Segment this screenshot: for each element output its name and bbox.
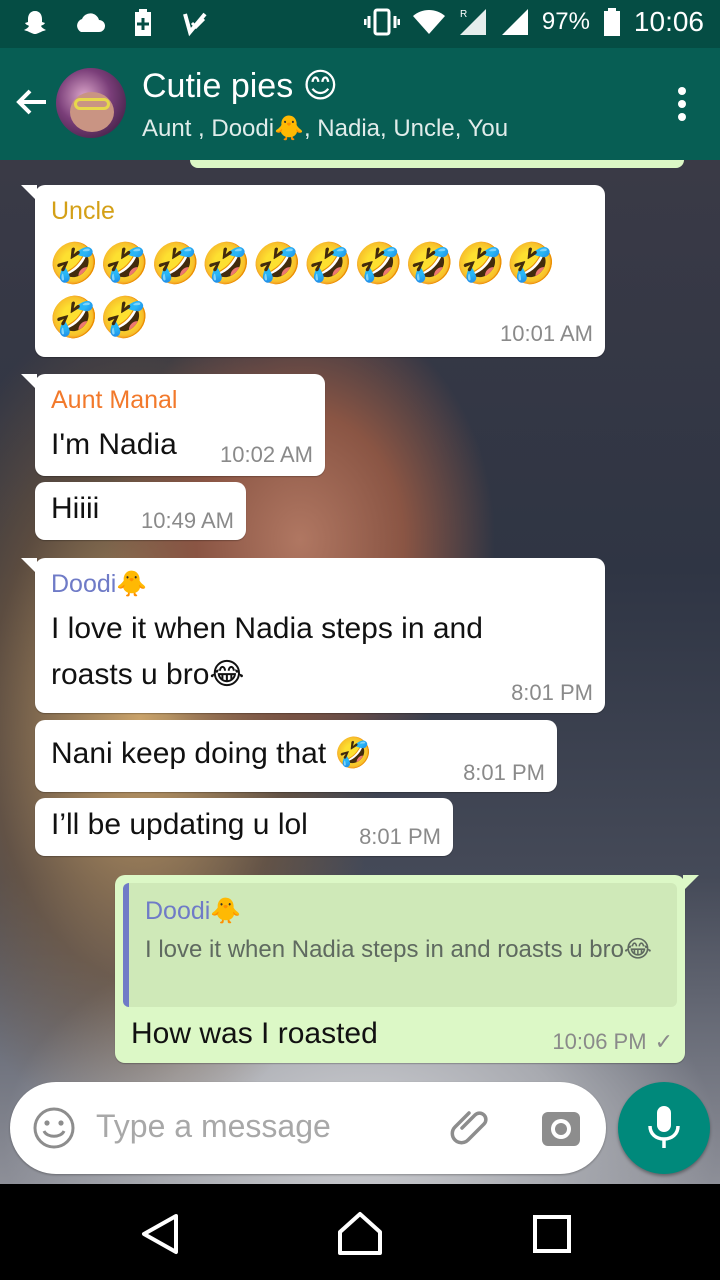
message-bubble[interactable]: Aunt Manal I'm Nadia 10:02 AM	[21, 374, 325, 476]
message-time: 8:01 PM	[359, 824, 441, 849]
message-composer[interactable]: Type a message	[10, 1082, 606, 1174]
message-bubble[interactable]: Doodi🐥 I love it when Nadia steps in and…	[21, 558, 605, 713]
emoji-icon[interactable]	[32, 1106, 76, 1150]
camera-icon[interactable]	[538, 1106, 584, 1152]
message-text: I love it when Nadia steps in and	[51, 612, 483, 645]
sender-name: Uncle	[51, 197, 115, 225]
message-time: 8:01 PM	[511, 680, 593, 705]
nav-recents-icon[interactable]	[532, 1214, 572, 1254]
quoted-sender: Doodi🐥	[145, 897, 242, 925]
vibrate-icon	[363, 8, 400, 36]
voice-message-button[interactable]	[618, 1082, 710, 1174]
signal-icon	[501, 9, 528, 35]
battery-plus-icon	[135, 9, 151, 36]
message-text: I’ll be updating u lol	[51, 808, 308, 841]
sender-name: Aunt Manal	[51, 386, 178, 414]
chat-participants[interactable]: Aunt , Doodi🐥, Nadia, Uncle, You	[142, 114, 508, 143]
more-options-icon[interactable]	[676, 86, 688, 122]
quoted-message[interactable]: Doodi🐥 I love it when Nadia steps in and…	[123, 883, 677, 1007]
message-text: roasts u bro😂	[51, 658, 245, 691]
nav-home-icon[interactable]	[336, 1210, 384, 1256]
chat-title[interactable]: Cutie pies 😊	[142, 66, 338, 106]
wifi-icon	[412, 10, 445, 34]
back-arrow-icon[interactable]	[12, 82, 52, 122]
attachment-icon[interactable]	[448, 1104, 494, 1150]
message-time-row: 10:06 PM ✓	[552, 1029, 673, 1055]
clock: 10:06	[633, 6, 704, 37]
message-time: 10:49 AM	[141, 508, 234, 533]
message-text: I'm Nadia	[51, 428, 177, 461]
message-text: 🤣🤣	[49, 296, 151, 340]
system-navigation-bar	[0, 1184, 720, 1280]
message-time: 8:01 PM	[463, 760, 545, 785]
message-bubble[interactable]: Uncle 🤣🤣🤣🤣🤣🤣🤣🤣🤣🤣🤣 🤣🤣 10:01 AM	[21, 185, 605, 357]
nav-back-icon[interactable]	[138, 1212, 182, 1256]
message-time: 10:06 PM	[552, 1029, 647, 1054]
chat-header: Cutie pies 😊 Aunt , Doodi🐥, Nadia, Uncle…	[0, 48, 720, 160]
message-time: 10:01 AM	[500, 321, 593, 346]
message-text: Nani keep doing that 🤣	[51, 737, 372, 770]
cloud-icon	[77, 13, 105, 32]
message-bubble[interactable]: Nani keep doing that 🤣 8:01 PM	[35, 720, 557, 792]
sent-check-icon: ✓	[654, 1029, 673, 1054]
message-time: 10:02 AM	[220, 442, 313, 467]
quote-bar	[123, 883, 129, 1007]
outgoing-message-bubble[interactable]: Doodi🐥 I love it when Nadia steps in and…	[115, 875, 699, 1063]
message-bubble[interactable]: I’ll be updating u lol 8:01 PM	[35, 798, 453, 856]
status-bar: R 97% 10:06	[0, 0, 720, 48]
message-bubble[interactable]: Hiiii 10:49 AM	[35, 482, 246, 540]
signal-roaming-icon: R	[459, 9, 486, 35]
check-icon	[183, 12, 207, 37]
message-input[interactable]: Type a message	[96, 1108, 331, 1145]
message-text: How was I roasted	[131, 1017, 378, 1050]
message-text: Hiiii	[51, 492, 100, 525]
battery-icon	[603, 8, 620, 36]
battery-percentage: 97%	[541, 8, 590, 35]
chat-area[interactable]: Uncle 🤣🤣🤣🤣🤣🤣🤣🤣🤣🤣🤣 🤣🤣 10:01 AM Aunt Manal…	[0, 160, 720, 1184]
group-avatar[interactable]	[56, 68, 126, 138]
snapchat-icon	[24, 11, 46, 34]
previous-message-edge	[190, 160, 684, 168]
svg-text:R: R	[460, 9, 467, 20]
microphone-icon	[648, 1106, 680, 1148]
quoted-text: I love it when Nadia steps in and roasts…	[145, 936, 652, 963]
sender-name: Doodi🐥	[51, 570, 148, 598]
